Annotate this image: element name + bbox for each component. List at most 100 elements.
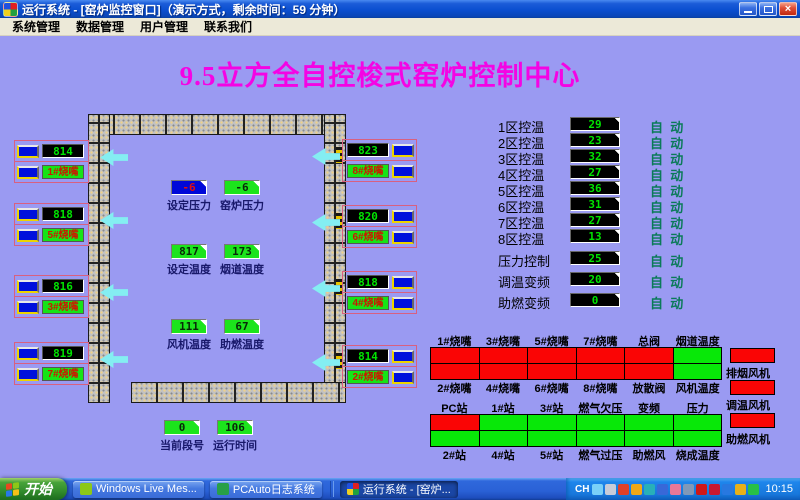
comb-temp-display: 67	[224, 319, 260, 334]
fan-label-exhaust: 排烟风机	[726, 365, 782, 381]
control-row-zone-6: 6区控温31自 动	[498, 197, 730, 213]
valve-indicator	[17, 145, 39, 158]
burner-row: 3#烧嘴	[15, 296, 88, 317]
status-cell	[430, 431, 480, 447]
status-cell	[576, 414, 626, 431]
tray-icon[interactable]	[748, 484, 759, 495]
auto-mode-toggle[interactable]: 自 动	[650, 293, 683, 312]
grid-row	[430, 431, 722, 447]
minimize-button[interactable]	[739, 2, 757, 16]
tray-icon[interactable]	[657, 484, 668, 495]
taskbar-button-pcauto-log[interactable]: PCAuto日志系统	[210, 481, 322, 498]
burner-row: 5#烧嘴	[15, 224, 88, 245]
zone-value-display: 31	[570, 197, 620, 211]
menu-data-management[interactable]: 数据管理	[68, 18, 132, 35]
tray-icon[interactable]	[605, 484, 616, 495]
taskbar-clock[interactable]: 10:15	[765, 483, 793, 495]
fan-temp-readouts: 111风机温度 67助燃温度	[167, 319, 264, 352]
burner-row: 6#烧嘴	[343, 226, 416, 247]
menu-system-management[interactable]: 系统管理	[4, 18, 68, 35]
tray-icon[interactable]	[722, 484, 733, 495]
tray-icon[interactable]	[696, 484, 707, 495]
tray-icon[interactable]	[631, 484, 642, 495]
kiln-wall-bottom	[131, 382, 346, 403]
zone-value-display: 32	[570, 149, 620, 163]
tray-icon[interactable]	[618, 484, 629, 495]
burner-row: 8#烧嘴	[343, 160, 416, 181]
tray-icon[interactable]	[683, 484, 694, 495]
burner-name-label: 2#烧嘴	[347, 370, 389, 384]
grid-label: 烧成温度	[673, 447, 722, 461]
auto-mode-toggle[interactable]: 自 动	[650, 251, 683, 270]
burner-unit-right-4: 814 2#烧嘴	[342, 345, 417, 388]
tray-icon[interactable]	[735, 484, 746, 495]
grid-label: 3#站	[527, 400, 576, 414]
taskbar-button-label: Windows Live Mes...	[96, 483, 197, 495]
tray-icon[interactable]	[670, 484, 681, 495]
valve-indicator	[392, 210, 414, 223]
grid-label: PC站	[430, 400, 479, 414]
grid-label: 烟道温度	[673, 333, 722, 347]
burner-unit-right-3: 818 4#烧嘴	[342, 271, 417, 314]
burner-name-label: 3#烧嘴	[42, 300, 84, 314]
set-pressure-display: -6	[171, 180, 207, 195]
kiln-pressure-display: -6	[224, 180, 260, 195]
status-grid-burners: 1#烧嘴 3#烧嘴 5#烧嘴 7#烧嘴 总阀 烟道温度 2#烧嘴 4#烧嘴 6#…	[430, 333, 722, 394]
start-button[interactable]: 开始	[0, 478, 67, 500]
grid-label: 2#站	[430, 447, 479, 461]
fan-label-tempering: 调温风机	[726, 397, 782, 413]
taskbar-button-runtime-system[interactable]: 运行系统 - [窑炉...	[340, 481, 458, 498]
zone-value-display: 29	[570, 117, 620, 131]
set-temp-display: 817	[171, 244, 207, 259]
tray-icon[interactable]	[709, 484, 720, 495]
restore-button[interactable]	[759, 2, 777, 16]
system-tray: CH 10:15	[566, 478, 800, 500]
grid-label: 燃气欠压	[576, 400, 625, 414]
run-time-label: 运行时间	[213, 437, 257, 453]
fan-temp-label: 风机温度	[167, 336, 211, 352]
grid-label: 2#烧嘴	[430, 380, 479, 394]
menu-contact-us[interactable]: 联系我们	[196, 18, 260, 35]
grid-label: 助燃风	[625, 447, 674, 461]
grid-label: 4#站	[479, 447, 528, 461]
burner-temp-display: 814	[347, 349, 389, 363]
control-row-zone-8: 8区控温13自 动	[498, 229, 730, 245]
zone-value-display: 27	[570, 165, 620, 179]
burner-unit-left-3: 816 3#烧嘴	[14, 275, 89, 318]
auto-mode-toggle[interactable]: 自 动	[650, 229, 683, 248]
close-button[interactable]: ×	[779, 2, 797, 16]
burner-row: 2#烧嘴	[343, 366, 416, 387]
run-time-display: 106	[217, 420, 253, 435]
grid-label: 8#烧嘴	[576, 380, 625, 394]
status-cell	[527, 347, 577, 364]
control-value-display: 20	[570, 272, 620, 286]
auto-mode-toggle[interactable]: 自 动	[650, 272, 683, 291]
windows-logo-icon	[6, 482, 19, 497]
grid-bottom-labels: 2#烧嘴 4#烧嘴 6#烧嘴 8#烧嘴 放散阀 风机温度	[430, 380, 722, 394]
status-cell	[527, 414, 577, 431]
grid-row	[430, 364, 722, 380]
menu-user-management[interactable]: 用户管理	[132, 18, 196, 35]
grid-label: 放散阀	[625, 380, 674, 394]
status-cell	[479, 347, 529, 364]
grid-label: 压力	[673, 400, 722, 414]
grid-bottom-labels: 2#站 4#站 5#站 燃气过压 助燃风 烧成温度	[430, 447, 722, 461]
control-row-zone-4: 4区控温27自 动	[498, 165, 730, 181]
grid-top-labels: PC站 1#站 3#站 燃气欠压 变频 压力	[430, 400, 722, 414]
control-value-display: 0	[570, 293, 620, 307]
status-cell	[673, 364, 723, 380]
tray-icon[interactable]	[592, 484, 603, 495]
control-row-zone-3: 3区控温32自 动	[498, 149, 730, 165]
screen: 运行系统 - [窑炉监控窗口]（演示方式，剩余时间：59 分钟） × 系统管理 …	[0, 0, 800, 500]
taskbar-button-messenger[interactable]: Windows Live Mes...	[73, 481, 204, 498]
status-cell	[479, 414, 529, 431]
status-cell	[624, 364, 674, 380]
language-indicator[interactable]: CH	[575, 484, 589, 495]
burner-temp-display: 816	[42, 279, 84, 293]
menu-bar: 系统管理 数据管理 用户管理 联系我们	[0, 18, 800, 36]
tray-icon[interactable]	[644, 484, 655, 495]
valve-indicator	[392, 276, 414, 289]
temperature-readouts: 817设定温度 173烟道温度	[167, 244, 264, 277]
grid-label: 7#烧嘴	[576, 333, 625, 347]
grid-row	[430, 347, 722, 364]
